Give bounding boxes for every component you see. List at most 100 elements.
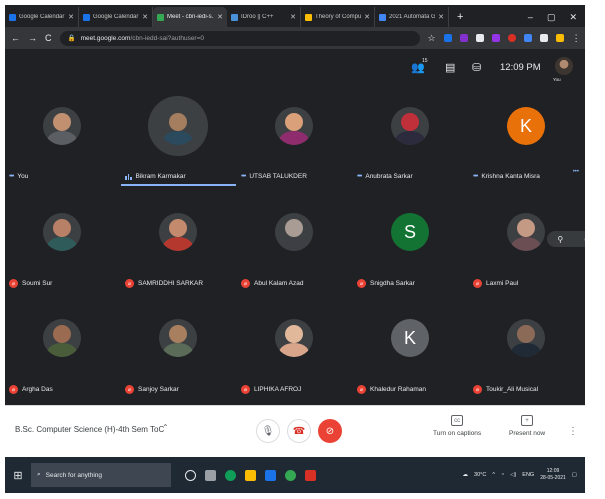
puzzle-icon[interactable]: [539, 34, 548, 42]
participant-tile[interactable]: S ⌀ Snigdha Sarkar: [353, 191, 469, 291]
extension-icon[interactable]: [507, 34, 516, 42]
extension-icon[interactable]: [459, 34, 468, 42]
hang-up-icon: ☎: [292, 425, 306, 437]
participant-tile[interactable]: ⌀ Argha Das: [5, 297, 121, 397]
participant-name-row: ••• Krishna Kanta Misra: [473, 173, 540, 180]
participant-tile[interactable]: Bikram Karmakar: [121, 85, 237, 186]
participant-name-row: ⌀ Argha Das: [9, 385, 53, 394]
mic-muted-icon: ⌀: [9, 385, 18, 394]
windows-start-icon[interactable]: ⊞: [5, 469, 31, 482]
people-count: 15: [422, 58, 428, 64]
taskbar-search[interactable]: ⌕ Search for anything: [31, 463, 171, 487]
chrome-icon[interactable]: [285, 469, 296, 481]
participant-tile[interactable]: ••• Anubrata Sarkar: [353, 85, 469, 185]
cortana-icon[interactable]: [185, 469, 196, 481]
participant-name-row: ⌀ Snigdha Sarkar: [357, 279, 415, 288]
more-dots-icon[interactable]: •••: [573, 169, 579, 175]
network-icon[interactable]: ◔: [501, 472, 504, 478]
store-icon[interactable]: [265, 469, 276, 481]
participant-name: Bikram Karmakar: [135, 173, 186, 180]
participant-tile[interactable]: ••• UTSAB TALUKDER: [237, 85, 353, 185]
extension-icon[interactable]: [491, 34, 500, 42]
microphone-button[interactable]: 🎙: [256, 419, 280, 443]
extension-icon[interactable]: [475, 34, 484, 42]
leave-call-button[interactable]: ☎: [287, 419, 311, 443]
participant-tile[interactable]: ⌀ Soumi Sur: [5, 191, 121, 291]
participant-tile[interactable]: ⌀ Abul Kalam Azad: [237, 191, 353, 291]
weather-icon[interactable]: ☁: [463, 472, 469, 478]
participant-avatar: [43, 107, 81, 145]
back-icon[interactable]: ←: [11, 33, 20, 43]
maximize-icon[interactable]: ▢: [547, 12, 556, 23]
participant-tile[interactable]: K ••• Krishna Kanta Misra •••: [469, 85, 585, 185]
reload-icon[interactable]: C: [45, 33, 52, 43]
url-field[interactable]: 🔒 meet.google.com/cbn-iedd-sai?authuser=…: [59, 30, 420, 46]
close-tab-icon[interactable]: ✕: [364, 13, 370, 21]
extension-icon[interactable]: [443, 34, 452, 42]
participant-tile[interactable]: ⌀ SAMRIDDHI SARKAR: [121, 191, 237, 291]
notification-icon[interactable]: ▢: [572, 472, 577, 478]
close-tab-icon[interactable]: ✕: [438, 13, 444, 21]
audio-dots-icon: •••: [357, 173, 362, 180]
browser-tab[interactable]: Google Calendar - M...✕: [79, 7, 153, 27]
pin-icon[interactable]: ⚲: [557, 235, 563, 244]
tab-favicon-icon: [83, 13, 90, 21]
participant-tile[interactable]: ⌀ Sanjoy Sarkar: [121, 297, 237, 397]
close-tab-icon[interactable]: ✕: [290, 13, 296, 21]
edge-icon[interactable]: [225, 469, 236, 481]
extension-icons: [443, 34, 564, 42]
profile-icon[interactable]: [555, 34, 564, 42]
volume-icon[interactable]: ◁): [510, 472, 516, 478]
bookmark-star-icon[interactable]: ☆: [428, 33, 436, 44]
minimize-icon[interactable]: –: [528, 12, 533, 22]
browser-tab[interactable]: Theory of Computati...✕: [301, 7, 375, 27]
avatar-initial: K: [519, 115, 532, 136]
browser-tab[interactable]: Meet - cbn-iedi-s... ✕: [153, 7, 227, 27]
mic-muted-icon: ⌀: [357, 279, 366, 288]
participant-grid: ••• You Bikram Karmakar ••• UTSAB TALUKDER ••…: [5, 85, 585, 405]
chat-icon[interactable]: ▤: [445, 61, 455, 74]
close-tab-icon[interactable]: ✕: [142, 13, 148, 21]
close-window-icon[interactable]: ✕: [569, 12, 577, 23]
tab-title: Theory of Computati...: [315, 14, 362, 20]
browser-tab[interactable]: 2021 Automata GM -...✕: [375, 7, 449, 27]
participant-name-row: ⌀ Soumi Sur: [9, 279, 52, 288]
participant-tile[interactable]: K ⌀ Khaledur Rahaman: [353, 297, 469, 397]
language-indicator[interactable]: ENG: [522, 472, 534, 478]
participant-name: Krishna Kanta Misra: [481, 173, 540, 180]
pdf-reader-icon[interactable]: [305, 469, 316, 481]
participant-avatar: [159, 107, 197, 145]
chevron-up-icon[interactable]: ⌃: [162, 423, 169, 432]
browser-tab[interactable]: IDroo || C++ ✕: [227, 7, 301, 27]
participant-tile[interactable]: ••• You: [5, 85, 121, 185]
close-tab-icon[interactable]: ✕: [217, 13, 223, 21]
participant-avatar: [391, 107, 429, 145]
extension-icon[interactable]: [523, 34, 532, 42]
audio-dots-icon: •••: [473, 173, 478, 180]
tab-favicon-icon: [231, 13, 238, 21]
camera-off-icon: ⊘: [325, 425, 335, 437]
more-options-icon[interactable]: ⋮: [568, 426, 578, 437]
meet-top-bar: 👥 15 ▤ ⛁ 12:09 PM You: [5, 49, 585, 85]
close-tab-icon[interactable]: ✕: [68, 13, 74, 21]
browser-menu-icon[interactable]: ⋮: [572, 33, 581, 44]
participant-tile[interactable]: ⚲⊖⌀Laxmi Paul: [469, 191, 585, 291]
captions-button[interactable]: cc Turn on captions: [433, 415, 481, 437]
present-now-button[interactable]: + Present now: [509, 415, 545, 437]
self-view-label: You: [553, 77, 561, 82]
captions-label: Turn on captions: [433, 430, 482, 437]
browser-tab[interactable]: Google Calendar - M...✕: [5, 7, 79, 27]
forward-icon[interactable]: →: [28, 33, 37, 43]
taskbar-clock[interactable]: 12:09 28-05-2021: [540, 468, 566, 482]
tray-chevron-icon[interactable]: ^: [492, 472, 495, 478]
activities-icon[interactable]: ⛁: [472, 61, 481, 74]
task-view-icon[interactable]: [205, 469, 216, 481]
camera-off-button[interactable]: ⊘: [318, 419, 342, 443]
participant-tile[interactable]: ⌀ Toukir_Ali Musical: [469, 297, 585, 397]
new-tab-button[interactable]: +: [449, 7, 471, 27]
meeting-title[interactable]: B.Sc. Computer Science (H)-4th Sem ToC: [15, 425, 164, 434]
remove-icon[interactable]: ⊖: [584, 235, 585, 244]
file-explorer-icon[interactable]: [245, 469, 256, 481]
participant-tile[interactable]: ⌀ LIPHIKA AFROJ: [237, 297, 353, 397]
mic-muted-icon: ⌀: [241, 385, 250, 394]
